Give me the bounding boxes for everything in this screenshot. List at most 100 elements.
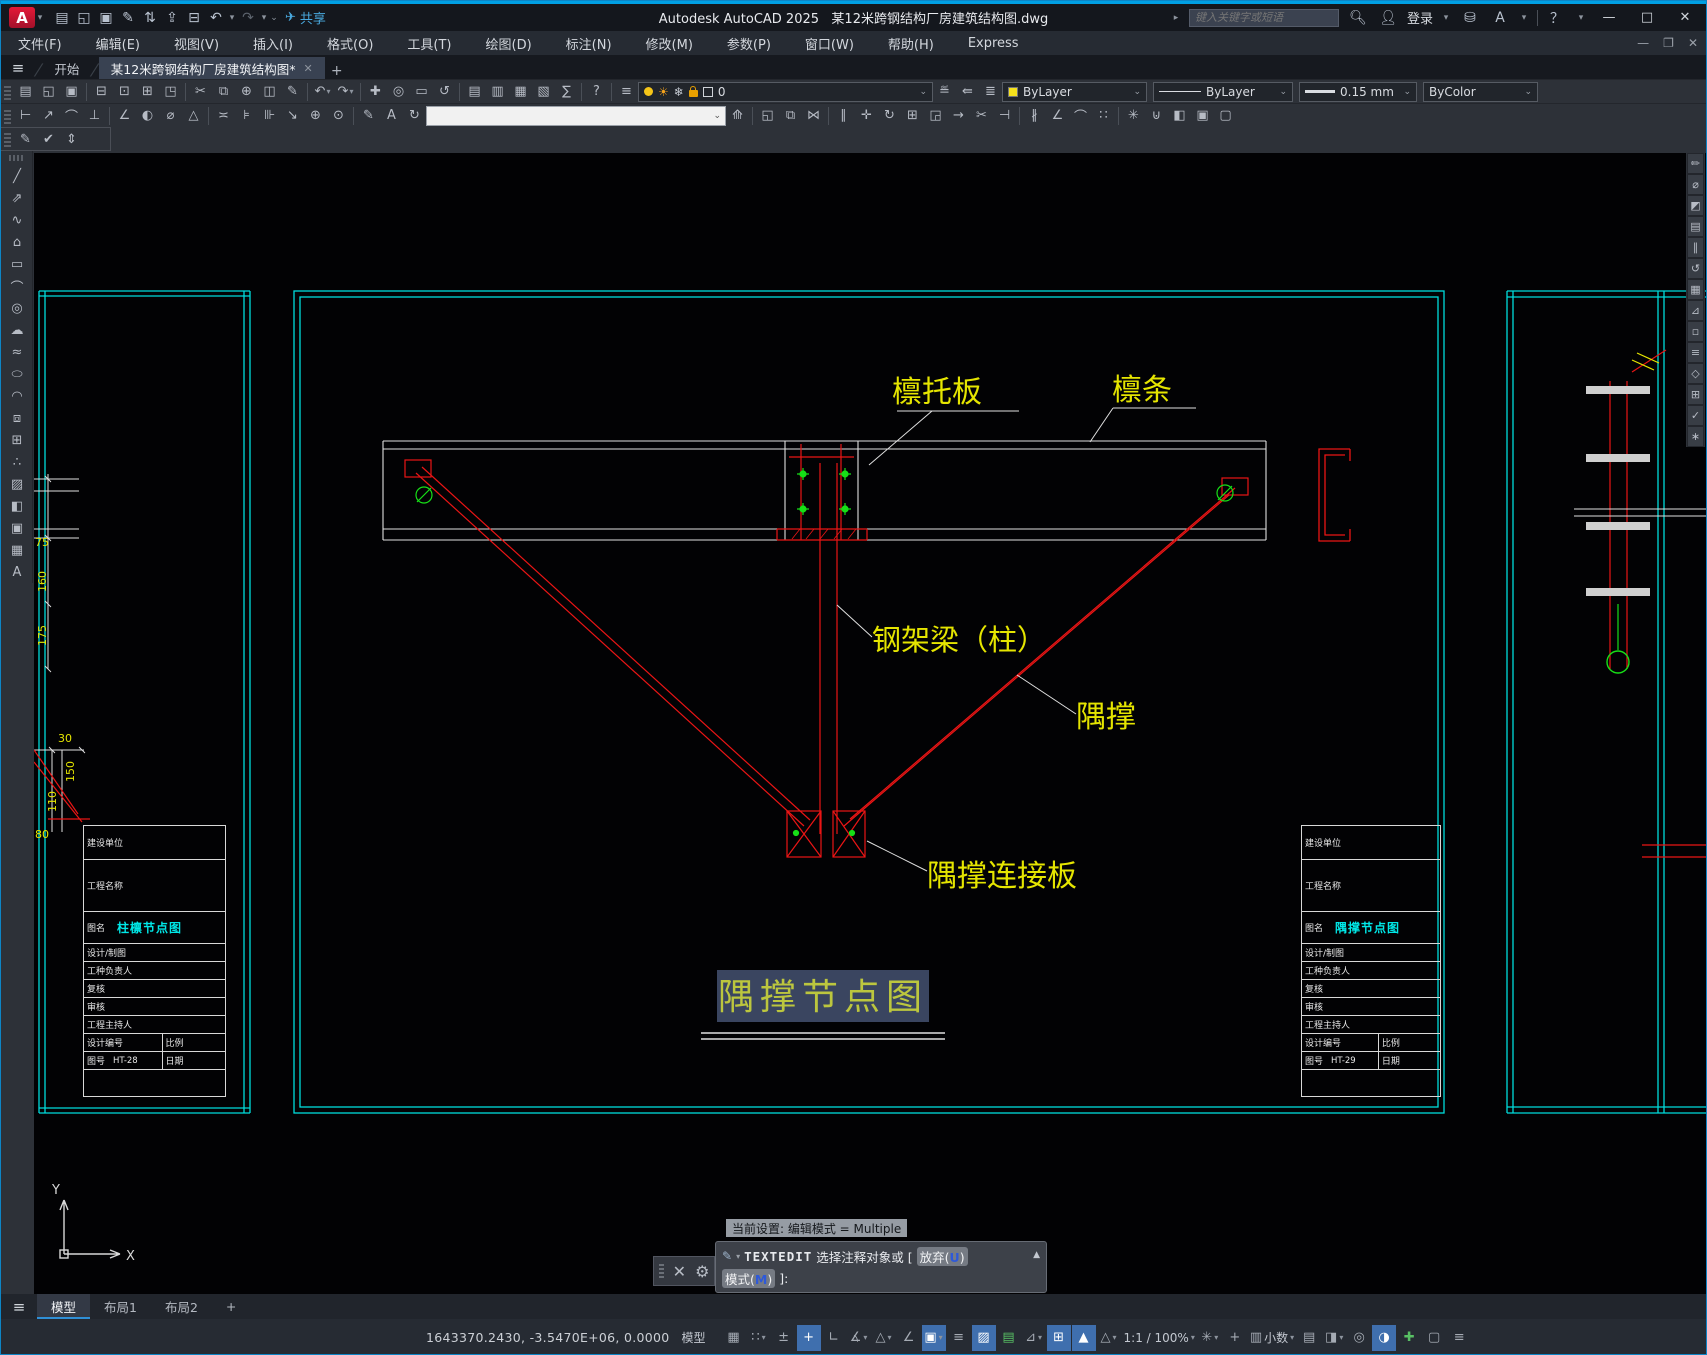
file-tabs-menu-icon[interactable]: ≡ <box>1 57 35 79</box>
menu-tools[interactable]: 工具(T) <box>390 31 468 55</box>
command-caret-icon[interactable]: ▾ <box>736 1252 740 1261</box>
tab-model[interactable]: 模型 <box>37 1294 91 1319</box>
toolbar-grip[interactable] <box>9 155 25 161</box>
dim-continue-icon[interactable]: ⊪ <box>258 105 281 126</box>
make-block-icon[interactable]: ⊞ <box>5 429 29 451</box>
extend-icon[interactable]: ⊣ <box>993 105 1016 126</box>
snap-mode-icon[interactable]: ∷ ▾ <box>747 1325 771 1351</box>
close-button[interactable]: ✕ <box>1670 7 1700 29</box>
dim-text-edit-icon[interactable]: A <box>380 105 403 126</box>
gradient-icon[interactable]: ◧ <box>5 495 29 517</box>
app-store-cart-icon[interactable]: ⛁ <box>1459 7 1481 29</box>
share-button[interactable]: ✈ 共享 <box>285 8 326 27</box>
autodesk-a-caret[interactable]: ▾ <box>1519 7 1529 29</box>
erase-icon[interactable]: ◱ <box>756 105 779 126</box>
isolate-objects-icon[interactable]: ◎ <box>1347 1325 1371 1351</box>
undo-icon[interactable]: ↶ <box>205 7 227 29</box>
dim-edit-icon[interactable]: ✎ <box>357 105 380 126</box>
model-space-button[interactable]: 模型 <box>680 1325 708 1351</box>
menu-express[interactable]: Express <box>951 31 1036 55</box>
print-icon[interactable]: ⊟ <box>90 81 113 102</box>
toolbar-grip[interactable] <box>4 107 11 124</box>
dim-angular-icon[interactable]: ∠ <box>113 105 136 126</box>
make-object-layer-current-icon[interactable]: ≝ <box>933 81 956 102</box>
command-line-palette[interactable]: ✎ ▾ TEXTEDIT 选择注释对象或 [ 放弃(U) 模式(M) ]: ▲ <box>715 1241 1047 1293</box>
workspace-switching-icon[interactable]: ✳ ▾ <box>1198 1325 1222 1351</box>
match-properties-icon[interactable]: ◫ <box>258 81 281 102</box>
palette-grip[interactable] <box>658 1264 664 1278</box>
menu-edit[interactable]: 编辑(E) <box>79 31 157 55</box>
option-mode[interactable]: 模式(M) <box>722 1268 776 1288</box>
app-menu-caret-icon[interactable]: ▾ <box>35 7 45 29</box>
tab-document[interactable]: 某12米跨钢结构厂房建筑结构图* ✕ <box>98 57 325 79</box>
plotstyle-combo[interactable]: ByColor ⌄ <box>1423 81 1538 102</box>
lineweight-combo[interactable]: 0.15 mm ⌄ <box>1299 81 1417 102</box>
dim-tolerance-icon[interactable]: ⊕ <box>304 105 327 126</box>
color-combo[interactable]: ByLayer ⌄ <box>1002 81 1147 102</box>
dim-update-icon[interactable]: ↻ <box>403 105 426 126</box>
help-caret[interactable]: ▾ <box>1576 7 1586 29</box>
command-pencil-icon[interactable]: ✎ <box>722 1249 732 1263</box>
layer-combo[interactable]: ☀ ❄ 0 ⌄ <box>638 81 933 102</box>
zoom-realtime-icon[interactable]: ◎ <box>387 81 410 102</box>
spell-check-icon[interactable]: ✔ <box>37 129 60 150</box>
trusted-autoloader-icon[interactable]: ✚ <box>1397 1325 1421 1351</box>
polyline-icon[interactable]: ∿ <box>5 209 29 231</box>
cut-icon[interactable]: ✂ <box>189 81 212 102</box>
triangle-icon[interactable]: ⊿ <box>1687 300 1704 321</box>
dynamic-input-icon[interactable]: + <box>796 1324 821 1351</box>
units-icon[interactable]: ▥ 小数 ▾ <box>1248 1325 1296 1351</box>
undo-icon[interactable]: ↶ ▾ <box>311 81 334 102</box>
scale-text-icon[interactable]: ⇕ <box>60 129 83 150</box>
dimstyle-combo[interactable]: ⌄ <box>426 105 726 126</box>
3d-object-snap-icon[interactable]: ⊿ ▾ <box>1022 1325 1046 1351</box>
quick-properties-icon[interactable]: ▤ <box>1297 1325 1321 1351</box>
measure-icon[interactable]: ✏ <box>1687 153 1704 174</box>
new-icon[interactable]: ▤ <box>14 81 37 102</box>
tab-layout1[interactable]: 布局1 <box>90 1294 151 1319</box>
layer-combo-caret[interactable]: ⌄ <box>919 87 927 97</box>
dim-leader-icon[interactable]: ↘ <box>281 105 304 126</box>
ellipse-icon[interactable]: ⬭ <box>5 363 29 385</box>
trim-icon[interactable]: ✂ <box>970 105 993 126</box>
dim-aligned-icon[interactable]: ↗ <box>37 105 60 126</box>
revert-icon[interactable]: ↺ <box>1687 258 1704 279</box>
block-icon[interactable]: ⊞ <box>1687 384 1704 405</box>
save-icon[interactable]: ▣ <box>60 81 83 102</box>
ortho-mode-icon[interactable]: ∟ <box>822 1325 846 1351</box>
grid-display-icon[interactable]: ▦ <box>722 1325 746 1351</box>
polar-tracking-icon[interactable]: ∡ ▾ <box>847 1325 871 1351</box>
clean-screen-icon[interactable]: ▢ <box>1422 1325 1446 1351</box>
designcenter-icon[interactable]: ▥ <box>486 81 509 102</box>
redo-caret[interactable]: ▾ <box>259 7 269 29</box>
edit-icon[interactable]: ✎ <box>281 81 304 102</box>
edit-text-icon[interactable]: ✎ <box>14 129 37 150</box>
offset-icon[interactable]: ∥ <box>832 105 855 126</box>
insert-block-icon[interactable]: ⧈ <box>5 407 29 429</box>
menu-parametric[interactable]: 参数(P) <box>710 31 788 55</box>
text-icon[interactable]: A <box>5 561 29 583</box>
lock-ui-icon[interactable]: ◨ ▾ <box>1322 1325 1346 1351</box>
dim-linear-icon[interactable]: ⊢ <box>14 105 37 126</box>
dim-baseline-icon[interactable]: ⊧ <box>235 105 258 126</box>
copy-icon[interactable]: ⧉ <box>779 105 802 126</box>
dim-ordinate-icon[interactable]: ⊥ <box>83 105 106 126</box>
scale-icon[interactable]: ◲ <box>924 105 947 126</box>
check-icon[interactable]: ✓ <box>1687 405 1704 426</box>
chamfer-icon[interactable]: ∠ <box>1046 105 1069 126</box>
mdi-restore-icon[interactable]: ❐ <box>1663 36 1674 50</box>
open-icon[interactable]: ◱ <box>37 81 60 102</box>
sheet-set-icon[interactable]: ▧ <box>532 81 555 102</box>
mask-icon[interactable]: ◩ <box>1687 195 1704 216</box>
tool-palettes-icon[interactable]: ▦ <box>509 81 532 102</box>
break-icon[interactable]: ∦ <box>1023 105 1046 126</box>
paste-icon[interactable]: ⊕ <box>235 81 258 102</box>
option-undo[interactable]: 放弃(U) <box>916 1246 968 1266</box>
join-icon[interactable]: ⊍ <box>1145 105 1168 126</box>
print-preview-icon[interactable]: ⊡ <box>113 81 136 102</box>
tab-start[interactable]: 开始 <box>42 57 91 79</box>
model-space-canvas[interactable]: 檩托板 檩条 钢架梁（柱） 隅撑 隅撑连接板 隅撑节点图 75 160 175 … <box>34 153 1706 1294</box>
autocad-logo[interactable]: A <box>9 7 35 28</box>
layer-previous-icon[interactable]: ⇚ <box>956 81 979 102</box>
ellipse-arc-icon[interactable]: ◠ <box>5 385 29 407</box>
